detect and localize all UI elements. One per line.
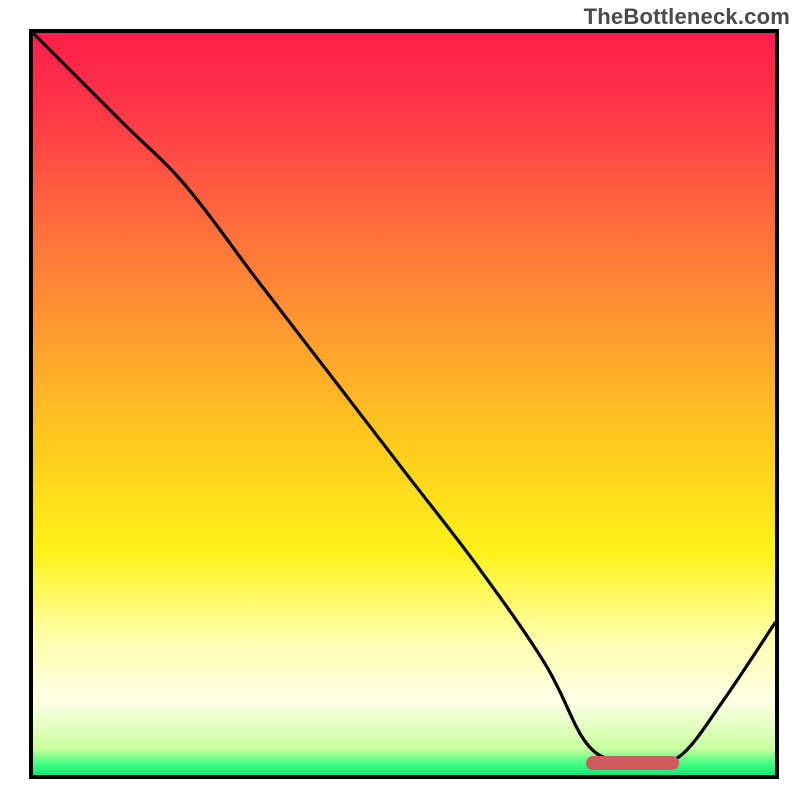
optimum-marker	[586, 756, 679, 770]
bottleneck-curve	[33, 33, 775, 775]
chart-frame: TheBottleneck.com	[0, 0, 800, 800]
plot-area	[29, 29, 779, 779]
watermark-text: TheBottleneck.com	[584, 4, 790, 30]
